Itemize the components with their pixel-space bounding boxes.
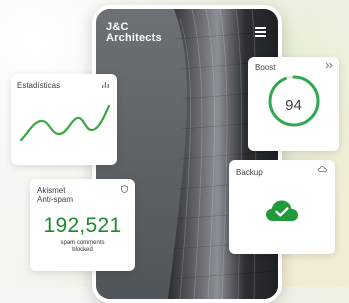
- hamburger-menu-icon[interactable]: [255, 27, 266, 39]
- site-title-line2: Architects: [106, 32, 162, 44]
- akismet-card[interactable]: Akismet Anti-spam 192,521 spam comments …: [30, 179, 135, 271]
- spam-caption: spam comments blocked: [30, 240, 135, 254]
- site-logo[interactable]: J&C Architects: [106, 22, 162, 44]
- spam-count: 192,521: [43, 214, 122, 237]
- stats-sparkline: [19, 104, 111, 142]
- shield-icon: [121, 185, 128, 195]
- boost-score: 94: [285, 97, 302, 114]
- boost-card-title: Boost: [255, 63, 276, 72]
- akismet-title-line2: Anti-spam: [37, 195, 74, 204]
- cloud-check-icon: [266, 200, 298, 221]
- chevrons-right-icon: [325, 62, 333, 71]
- akismet-card-title: Akismet Anti-spam: [37, 186, 73, 204]
- spam-caption-line2: blocked: [72, 247, 93, 253]
- spam-caption-line1: spam comments: [60, 240, 105, 246]
- akismet-title-line1: Akismet: [37, 186, 66, 195]
- backup-card-title: Backup: [236, 168, 263, 177]
- backup-card[interactable]: Backup: [229, 160, 335, 254]
- cloud-icon: [318, 166, 327, 174]
- boost-card[interactable]: Boost 94: [248, 57, 339, 151]
- stats-card[interactable]: Estadísticas: [11, 74, 117, 165]
